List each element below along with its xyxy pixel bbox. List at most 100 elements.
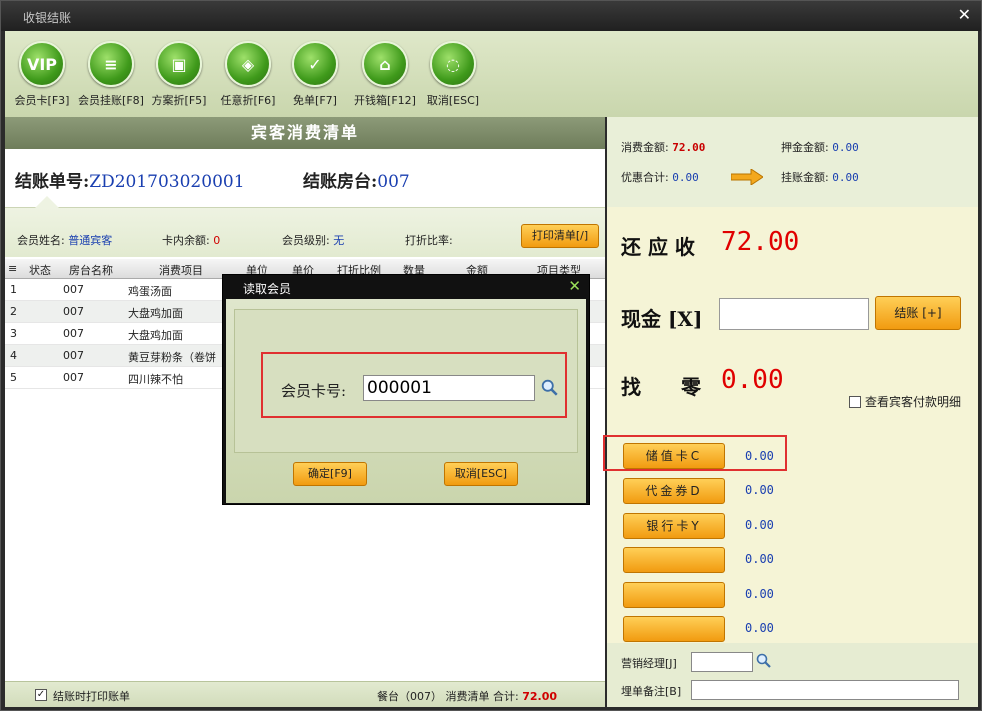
vip-card-button[interactable]: VIP 会员卡[F3] bbox=[7, 41, 77, 108]
cancel-icon: ◌ bbox=[430, 41, 476, 87]
consume-amount: 72.00 bbox=[672, 141, 706, 154]
member-name-label: 会员姓名: bbox=[17, 234, 65, 247]
discount-total-field: 优惠合计: 0.00 bbox=[621, 169, 699, 185]
member-level-label: 会员级别: bbox=[282, 234, 330, 247]
discount-total: 0.00 bbox=[672, 171, 699, 184]
card-balance-label: 卡内余额: bbox=[162, 234, 210, 247]
bill-number-field: 结账单号:ZD201703020001 bbox=[15, 167, 245, 192]
search-icon[interactable] bbox=[541, 379, 559, 397]
bag-icon: ✓ bbox=[292, 41, 338, 87]
toolbar: VIP 会员卡[F3] ≡ 会员挂账[F8] ▣ 方案折[F5] ◈ 任意折[F… bbox=[5, 31, 978, 117]
payment-slot-5-button[interactable] bbox=[623, 582, 725, 608]
card-balance: 0 bbox=[213, 234, 221, 247]
payment-slot-5-amount: 0.00 bbox=[745, 587, 774, 601]
payment-methods: 储值卡C 0.00 代金券D 0.00 银行卡Y 0.00 0.00 0.00 … bbox=[603, 427, 978, 643]
discount-total-label: 优惠合计: bbox=[621, 171, 669, 184]
close-icon[interactable]: ✕ bbox=[958, 5, 971, 24]
dialog-close-icon[interactable]: ✕ bbox=[568, 277, 581, 295]
payment-detail-label: 查看宾客付款明细 bbox=[865, 395, 962, 409]
confirm-button[interactable]: 确定[F9] bbox=[293, 462, 367, 486]
bill-header: 宾客消费清单 bbox=[5, 117, 605, 149]
manager-label: 营销经理[J] bbox=[621, 657, 677, 670]
member-level: 无 bbox=[333, 234, 345, 247]
payment-panel: 消费金额: 72.00 押金金额: 0.00 优惠合计: 0.00 挂账金额: … bbox=[603, 117, 978, 707]
change-amount: 0.00 bbox=[721, 365, 784, 395]
free-bill-button[interactable]: ✓ 免单[F7] bbox=[280, 41, 350, 108]
payment-detail-toggle[interactable]: 查看宾客付款明细 bbox=[849, 393, 961, 410]
window-title: 收银结账 bbox=[23, 11, 72, 25]
row-index: 2 bbox=[10, 305, 17, 318]
member-level-field: 会员级别: 无 bbox=[282, 232, 344, 248]
plan-discount-label: 方案折[F5] bbox=[151, 94, 207, 107]
safe-icon: ⌂ bbox=[362, 41, 408, 87]
open-drawer-label: 开钱箱[F12] bbox=[354, 94, 416, 107]
row-room: 007 bbox=[63, 371, 84, 384]
consume-amount-field: 消费金额: 72.00 bbox=[621, 139, 705, 155]
amount-due: 72.00 bbox=[721, 227, 800, 257]
payment-detail-checkbox[interactable] bbox=[849, 396, 861, 408]
payment-slot-4-button[interactable] bbox=[623, 547, 725, 573]
card-number-input[interactable] bbox=[363, 375, 535, 401]
row-index: 4 bbox=[10, 349, 17, 362]
plan-discount-button[interactable]: ▣ 方案折[F5] bbox=[144, 41, 214, 108]
row-index: 1 bbox=[10, 283, 17, 296]
row-index: 3 bbox=[10, 327, 17, 340]
deposit-amount: 0.00 bbox=[832, 141, 859, 154]
member-name: 普通宾客 bbox=[68, 234, 113, 247]
manager-input[interactable] bbox=[691, 652, 753, 672]
highlight-box bbox=[603, 435, 787, 471]
bill-footer: ✓ 结账时打印账单 餐台（007） 消费清单 合计: 72.00 bbox=[5, 681, 605, 707]
search-icon[interactable] bbox=[756, 653, 772, 669]
row-item: 大盘鸡加面 bbox=[128, 307, 183, 320]
open-drawer-button[interactable]: ⌂ 开钱箱[F12] bbox=[350, 41, 420, 108]
amount-summary: 消费金额: 72.00 押金金额: 0.00 优惠合计: 0.00 挂账金额: … bbox=[607, 117, 978, 207]
cancel-button[interactable]: ◌ 取消[ESC] bbox=[418, 41, 488, 108]
bank-card-button[interactable]: 银行卡Y bbox=[623, 513, 725, 539]
payment-slot-6-amount: 0.00 bbox=[745, 621, 774, 635]
dialog-inner-panel: 会员卡号: bbox=[234, 309, 578, 453]
deposit-amount-label: 押金金额: bbox=[781, 141, 829, 154]
pot-icon: ◈ bbox=[225, 41, 271, 87]
table-label: 结账房台: bbox=[303, 172, 378, 192]
amount-due-label: 还 应 收 bbox=[621, 235, 695, 259]
print-list-button[interactable]: 打印清单[/] bbox=[521, 224, 599, 248]
print-on-checkout-label: 结账时打印账单 bbox=[53, 690, 130, 703]
member-credit-label: 会员挂账[F8] bbox=[78, 94, 144, 107]
discount-rate-label: 打折比率: bbox=[405, 234, 453, 247]
bill-total: 餐台（007） 消费清单 合计: 72.00 bbox=[377, 688, 557, 704]
deposit-amount-field: 押金金额: 0.00 bbox=[781, 139, 859, 155]
member-credit-button[interactable]: ≡ 会员挂账[F8] bbox=[76, 41, 146, 108]
vip-card-label: 会员卡[F3] bbox=[14, 94, 70, 107]
credit-amount-label: 挂账金额: bbox=[781, 171, 829, 184]
cash-label: 现金 [X] bbox=[621, 307, 703, 331]
credit-amount-field: 挂账金额: 0.00 bbox=[781, 169, 859, 185]
bill-info: 结账单号:ZD201703020001 结账房台:007 bbox=[5, 149, 605, 207]
settlement-area: 还 应 收 72.00 现金 [X] 结账 [+] 找 零 0.00 查看宾客付… bbox=[607, 207, 978, 427]
document-icon: ≡ bbox=[88, 41, 134, 87]
voucher-button[interactable]: 代金券D bbox=[623, 478, 725, 504]
col-item: 消费项目 bbox=[159, 264, 203, 277]
custom-discount-button[interactable]: ◈ 任意折[F6] bbox=[213, 41, 283, 108]
cash-input[interactable] bbox=[719, 298, 869, 330]
custom-discount-label: 任意折[F6] bbox=[220, 94, 276, 107]
dialog-body: 会员卡号: 确定[F9] 取消[ESC] bbox=[226, 299, 586, 503]
col-menu-icon[interactable]: ≡ bbox=[8, 262, 17, 275]
dialog-cancel-button[interactable]: 取消[ESC] bbox=[444, 462, 518, 486]
consume-amount-label: 消费金额: bbox=[621, 141, 669, 154]
dialog-title-bar: 读取会员 ✕ bbox=[223, 275, 589, 299]
row-room: 007 bbox=[63, 283, 84, 296]
col-status: 状态 bbox=[29, 264, 51, 277]
discount-rate-field: 打折比率: bbox=[405, 232, 453, 248]
checkout-button[interactable]: 结账 [+] bbox=[875, 296, 961, 330]
remark-input[interactable] bbox=[691, 680, 959, 700]
bill-number-label: 结账单号: bbox=[15, 172, 90, 192]
payment-slot-6-button[interactable] bbox=[623, 616, 725, 642]
row-item: 大盘鸡加面 bbox=[128, 329, 183, 342]
checkout-window: 收银结账 ✕ VIP 会员卡[F3] ≡ 会员挂账[F8] ▣ 方案折[F5] … bbox=[0, 0, 982, 711]
read-member-dialog: 读取会员 ✕ 会员卡号: 确定[F9] 取消[ESC] bbox=[222, 274, 590, 505]
bank-card-amount: 0.00 bbox=[745, 518, 774, 532]
print-on-checkout-checkbox[interactable]: ✓ bbox=[35, 689, 47, 701]
title-bar: 收银结账 ✕ bbox=[1, 1, 981, 31]
card-number-label: 会员卡号: bbox=[281, 382, 347, 400]
member-info: 会员姓名: 普通宾客 卡内余额: 0 会员级别: 无 打折比率: 打印清单[/] bbox=[5, 196, 605, 257]
